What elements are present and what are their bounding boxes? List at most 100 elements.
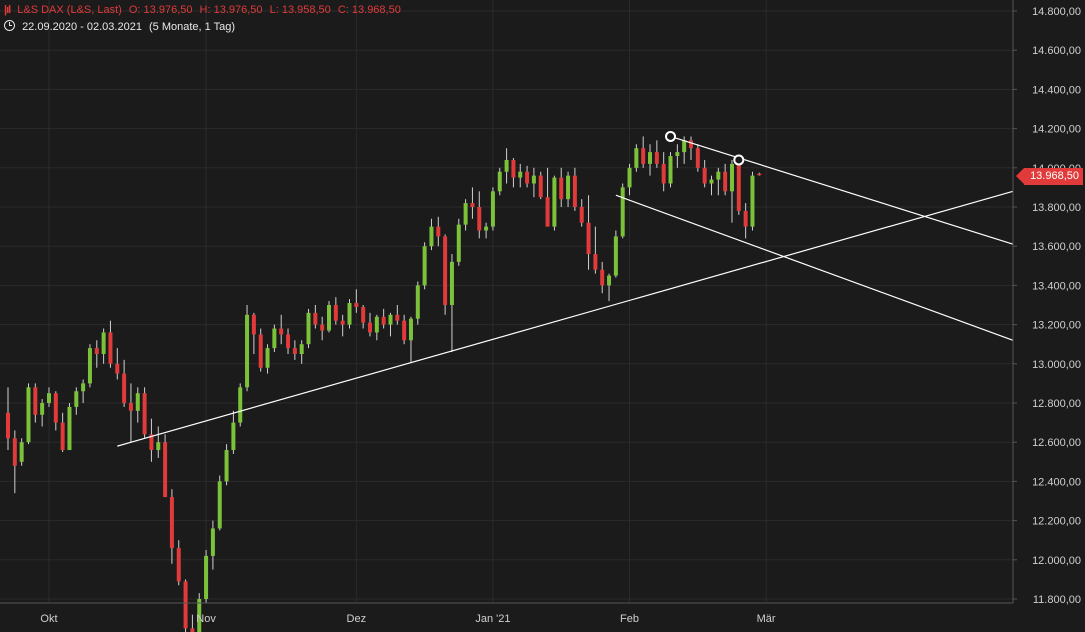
y-axis-label: 13.800,00 — [1032, 202, 1081, 214]
high-value: H: 13.976,50 — [200, 4, 263, 16]
candle-body — [464, 203, 468, 225]
candle-body — [709, 180, 713, 184]
y-axis-label: 14.600,00 — [1032, 45, 1081, 57]
candle-body — [737, 164, 741, 211]
candle-body — [61, 423, 65, 450]
candle-body — [470, 203, 474, 207]
candle-body — [614, 236, 618, 275]
x-axis-label: Mär — [757, 613, 776, 625]
candle-body — [177, 548, 181, 581]
candle-body — [580, 207, 584, 223]
candle-body — [388, 315, 392, 325]
y-axis-label: 12.200,00 — [1032, 516, 1081, 528]
candle-body — [279, 329, 283, 335]
candle-body — [136, 393, 140, 411]
candle-body — [696, 148, 700, 168]
candle-body — [47, 393, 51, 403]
candle-body — [375, 317, 379, 333]
candle-body — [600, 270, 604, 286]
candle-body — [300, 344, 304, 354]
candle-body — [675, 152, 679, 156]
candle-body — [716, 172, 720, 180]
candle-body — [341, 321, 345, 325]
candle-body — [682, 140, 686, 152]
chart-header-range: 22.09.2020 - 02.03.2021 (5 Monate, 1 Tag… — [4, 20, 239, 33]
candle-body — [54, 393, 58, 422]
candle-body — [628, 168, 632, 188]
x-axis-label: Dez — [347, 613, 367, 625]
candle-body — [307, 313, 311, 344]
candle-body — [429, 227, 433, 247]
candle-body — [156, 442, 160, 450]
candle-body — [348, 303, 352, 325]
candle-body — [286, 334, 290, 348]
candle-body — [621, 187, 625, 236]
y-axis-label: 12.800,00 — [1032, 398, 1081, 410]
candle-body — [108, 332, 112, 363]
candle-body — [532, 176, 536, 184]
period-label: (5 Monate, 1 Tag) — [149, 21, 235, 33]
candle-body — [67, 407, 71, 450]
trend-lines[interactable] — [117, 132, 1013, 446]
bar-chart-icon: |ıl — [4, 4, 10, 16]
chart-canvas[interactable]: 14.800,0014.600,0014.400,0014.200,0014.0… — [0, 0, 1085, 632]
candle-body — [95, 348, 99, 354]
close-value: C: 13.968,50 — [338, 4, 401, 16]
chart-header-ohlc: |ıl L&S DAX (L&S, Last) O: 13.976,50 H: … — [4, 4, 405, 16]
candle-body — [750, 176, 754, 227]
candle-body — [505, 160, 509, 172]
candle-body — [231, 423, 235, 450]
candle-body — [703, 168, 707, 184]
candle-body — [225, 450, 229, 481]
candle-body — [655, 152, 659, 164]
candle-body — [163, 442, 167, 497]
candle-body — [6, 413, 10, 438]
y-axis-label: 13.400,00 — [1032, 280, 1081, 292]
candle-body — [559, 178, 563, 200]
low-value: L: 13.958,50 — [270, 4, 331, 16]
grid-lines — [0, 0, 1013, 603]
candle-body — [525, 172, 529, 184]
candle-body — [354, 303, 358, 307]
candle-body — [662, 164, 666, 184]
candle-body — [238, 387, 242, 422]
candle-body — [552, 178, 556, 227]
candle-body — [368, 323, 372, 333]
candle-body — [573, 176, 577, 207]
y-axis-label: 14.800,00 — [1032, 6, 1081, 18]
trend-line — [616, 195, 1013, 340]
candle-body — [13, 438, 17, 465]
candle-body — [757, 174, 761, 176]
candle-body — [744, 211, 748, 227]
candle-body — [361, 307, 365, 323]
x-axis-label: Jan '21 — [475, 613, 510, 625]
candles — [6, 136, 761, 632]
date-range[interactable]: 22.09.2020 - 02.03.2021 — [22, 21, 142, 33]
y-axis-label: 13.000,00 — [1032, 359, 1081, 371]
last-price-badge: 13.968,50 — [1024, 168, 1083, 185]
trendline-handle — [734, 155, 743, 164]
candle-body — [587, 223, 591, 254]
y-axis-label: 14.200,00 — [1032, 124, 1081, 136]
trendline-handle — [666, 132, 675, 141]
candle-body — [648, 152, 652, 164]
candle-body — [218, 481, 222, 528]
candle-body — [409, 319, 413, 341]
y-axis-label: 12.000,00 — [1032, 555, 1081, 567]
candle-body — [190, 628, 194, 632]
candle-body — [607, 276, 611, 286]
candle-body — [88, 348, 92, 383]
candle-body — [211, 528, 215, 555]
candle-body — [539, 176, 543, 198]
instrument-name[interactable]: L&S DAX (L&S, Last) — [17, 4, 122, 16]
candle-body — [327, 305, 331, 330]
open-value: O: 13.976,50 — [129, 4, 193, 16]
y-axis-label: 13.600,00 — [1032, 241, 1081, 253]
candle-body — [669, 156, 673, 183]
candle-body — [26, 387, 30, 442]
trend-line — [671, 136, 1013, 244]
candle-body — [641, 148, 645, 164]
candle-body — [436, 227, 440, 237]
candle-body — [266, 348, 270, 368]
x-axis-label: Okt — [40, 613, 57, 625]
